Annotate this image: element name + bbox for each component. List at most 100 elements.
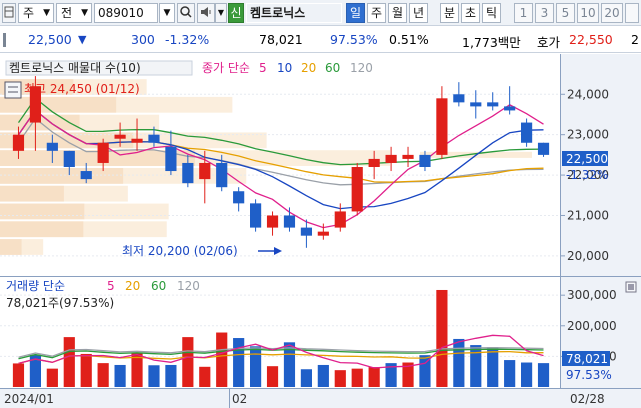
candle-up (351, 167, 363, 212)
volume-value-label: 78,021주(97.53%) (6, 296, 114, 310)
volume-legend-title: 거래량 단순 (6, 279, 65, 293)
code-type-label: 전 (61, 6, 73, 20)
price-tick-label: 24,000 (567, 87, 609, 101)
turnover-rate: 0.51% (389, 32, 429, 47)
code-dropdown-button[interactable]: ▼ (159, 3, 175, 23)
candle-down (470, 102, 482, 107)
price-change-pct: -1.32% (165, 32, 210, 47)
speaker-dropdown-button[interactable]: ▼ (215, 3, 227, 23)
candle-up (12, 134, 25, 151)
interval-20-button[interactable]: 20 (601, 3, 623, 23)
ask-label: 호가 (537, 35, 561, 50)
candle-up (199, 162, 211, 180)
volume-bar (182, 337, 194, 387)
price-legend-title: 켐트로닉스 매물대 수(10) (9, 61, 141, 75)
volume-bar (470, 345, 482, 387)
candle-down (487, 102, 499, 107)
trade-volume: 78,021 (259, 32, 303, 47)
period-second-tab[interactable]: 초 (461, 3, 480, 23)
price-change: 300 (131, 32, 155, 47)
search-icon[interactable] (177, 3, 195, 23)
candle-up (114, 134, 126, 139)
market-select[interactable]: 주 ▼ (18, 3, 54, 23)
volume-bar (504, 360, 516, 387)
candle-up (97, 142, 109, 163)
candle-down (165, 146, 177, 172)
candle-down (46, 142, 58, 151)
period-year-tab[interactable]: 년 (409, 3, 428, 23)
code-type-select[interactable]: 전 ▼ (56, 3, 92, 23)
volume-bar (453, 338, 465, 387)
date-label-start: 2024/01 (4, 392, 54, 406)
volume-profile-bar-inner (0, 185, 64, 202)
ma60-legend: 60 (325, 61, 340, 75)
quote-bar: 22,500 ▼ 300 -1.32% 78,021 97.53% 0.51% … (0, 27, 641, 53)
interval-3-button[interactable]: 3 (535, 3, 554, 23)
period-tick-tab[interactable]: 틱 (482, 3, 501, 23)
volume-bar (131, 353, 143, 387)
current-volume-pct: 97.53% (566, 368, 612, 382)
vol-ma120-legend: 120 (177, 279, 200, 293)
volume-bar (97, 363, 109, 387)
candle-down (453, 94, 465, 103)
volume-bar (487, 347, 499, 387)
quote-overflow: 2 (631, 32, 639, 47)
down-arrow-icon: ▼ (78, 33, 87, 46)
interval-10-button[interactable]: 10 (577, 3, 599, 23)
current-price-tag-text: 22,500 (566, 152, 608, 166)
interval-1-button[interactable]: 1 (514, 3, 533, 23)
candle-down (504, 106, 516, 111)
period-day-tab[interactable]: 일 (346, 3, 365, 23)
volume-bar (436, 289, 448, 387)
ma5-legend: 5 (259, 61, 267, 75)
candle-down (537, 142, 550, 155)
volume-bar (334, 370, 346, 387)
volume-profile-bar-inner (0, 203, 85, 220)
volume-profile-bar-inner (0, 96, 117, 113)
period-week-tab[interactable]: 주 (367, 3, 386, 23)
volume-bar (63, 337, 75, 387)
current-price: 22,500 (28, 32, 72, 47)
candle-down (63, 150, 75, 167)
volume-profile-bar-inner (0, 221, 84, 238)
current-change-tag: -1.32% (566, 168, 608, 182)
vol-ma5-legend: 5 (107, 279, 115, 293)
chart-menu-icon[interactable] (2, 3, 16, 23)
volume-tick-label: 200,000 (567, 319, 617, 333)
volume-tick-label: 300,000 (567, 288, 617, 302)
candle-down (80, 171, 92, 180)
candle-up (385, 154, 397, 163)
toolbar-overflow[interactable] (625, 3, 639, 23)
volume-bar (80, 353, 92, 387)
stock-code-input[interactable]: 089010 (94, 3, 158, 23)
candle-up (334, 211, 346, 228)
vol-ma20-legend: 20 (125, 279, 140, 293)
candle-down (300, 227, 312, 236)
trade-amount: 1,773백만 (462, 35, 521, 50)
volume-bar (46, 368, 58, 387)
period-minute-tab[interactable]: 분 (440, 3, 459, 23)
current-volume-tag-text: 78,021 (566, 352, 608, 366)
speaker-icon[interactable] (197, 3, 215, 23)
volume-bar (300, 369, 312, 387)
chevron-down-icon: ▼ (81, 8, 88, 18)
market-select-label: 주 (23, 6, 35, 20)
candle-down (521, 122, 533, 143)
chart-area[interactable]: 20,00021,00022,00023,00024,000 100,00020… (0, 54, 641, 408)
volume-bar (351, 368, 363, 387)
quote-bar-handle[interactable] (3, 33, 6, 47)
stock-chart-window: 주 ▼ 전 ▼ 089010 ▼ ▼ 신 켐트로닉스 일 주 월 년 분 초 틱 1… (0, 0, 641, 408)
period-month-tab[interactable]: 월 (388, 3, 407, 23)
volume-bar (114, 364, 126, 387)
ma120-legend: 120 (350, 61, 373, 75)
interval-5-button[interactable]: 5 (556, 3, 575, 23)
volume-profile-bar-inner (0, 239, 22, 255)
stock-name: 켐트로닉스 (246, 3, 342, 23)
calculator-icon[interactable] (4, 81, 22, 99)
credit-badge: 신 (228, 3, 244, 23)
toolbar: 주 ▼ 전 ▼ 089010 ▼ ▼ 신 켐트로닉스 일 주 월 년 분 초 틱 1… (0, 0, 641, 26)
candle-up (368, 158, 380, 167)
date-label-end: 02/28 (570, 392, 605, 406)
candle-down (250, 203, 262, 228)
candle-down (148, 134, 160, 143)
